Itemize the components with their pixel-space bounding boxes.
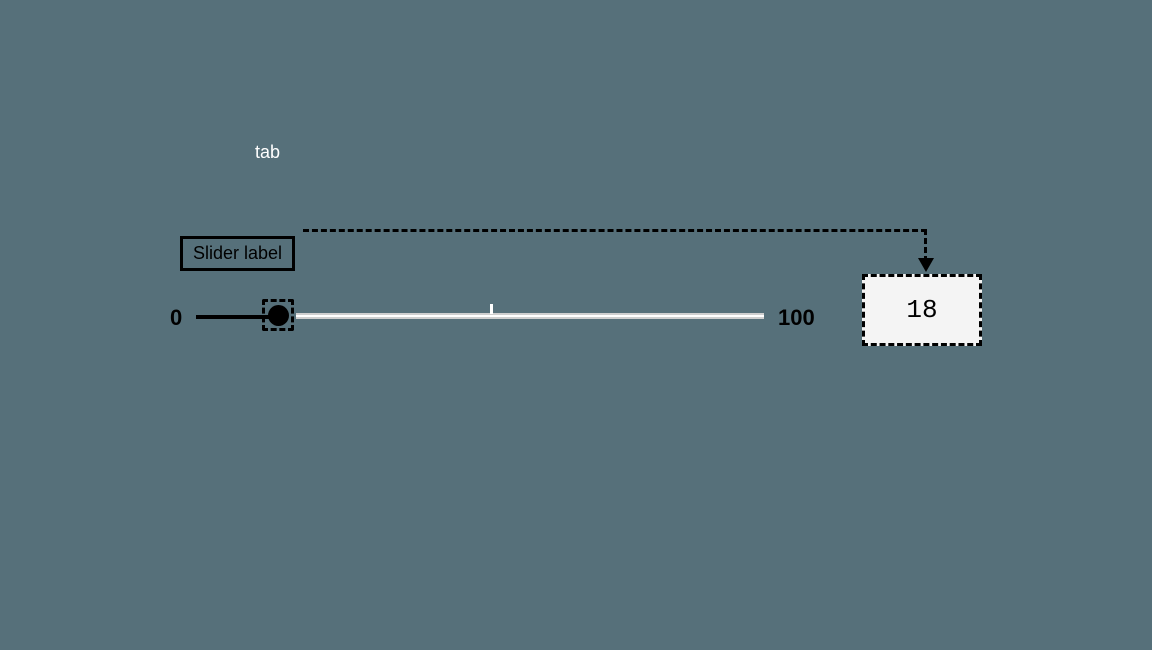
slider-max-label: 100 xyxy=(778,305,815,331)
slider-thumb[interactable] xyxy=(268,305,289,326)
tab-key-annotation: tab xyxy=(255,142,280,163)
slider-track[interactable] xyxy=(296,313,764,319)
slider-label: Slider label xyxy=(180,236,295,271)
slider-value-input[interactable]: 18 xyxy=(862,274,982,346)
arrow-down-icon xyxy=(918,258,934,272)
slider-tick xyxy=(490,304,493,314)
focus-flow-arrow-h xyxy=(303,229,927,232)
slider-min-label: 0 xyxy=(170,305,182,331)
